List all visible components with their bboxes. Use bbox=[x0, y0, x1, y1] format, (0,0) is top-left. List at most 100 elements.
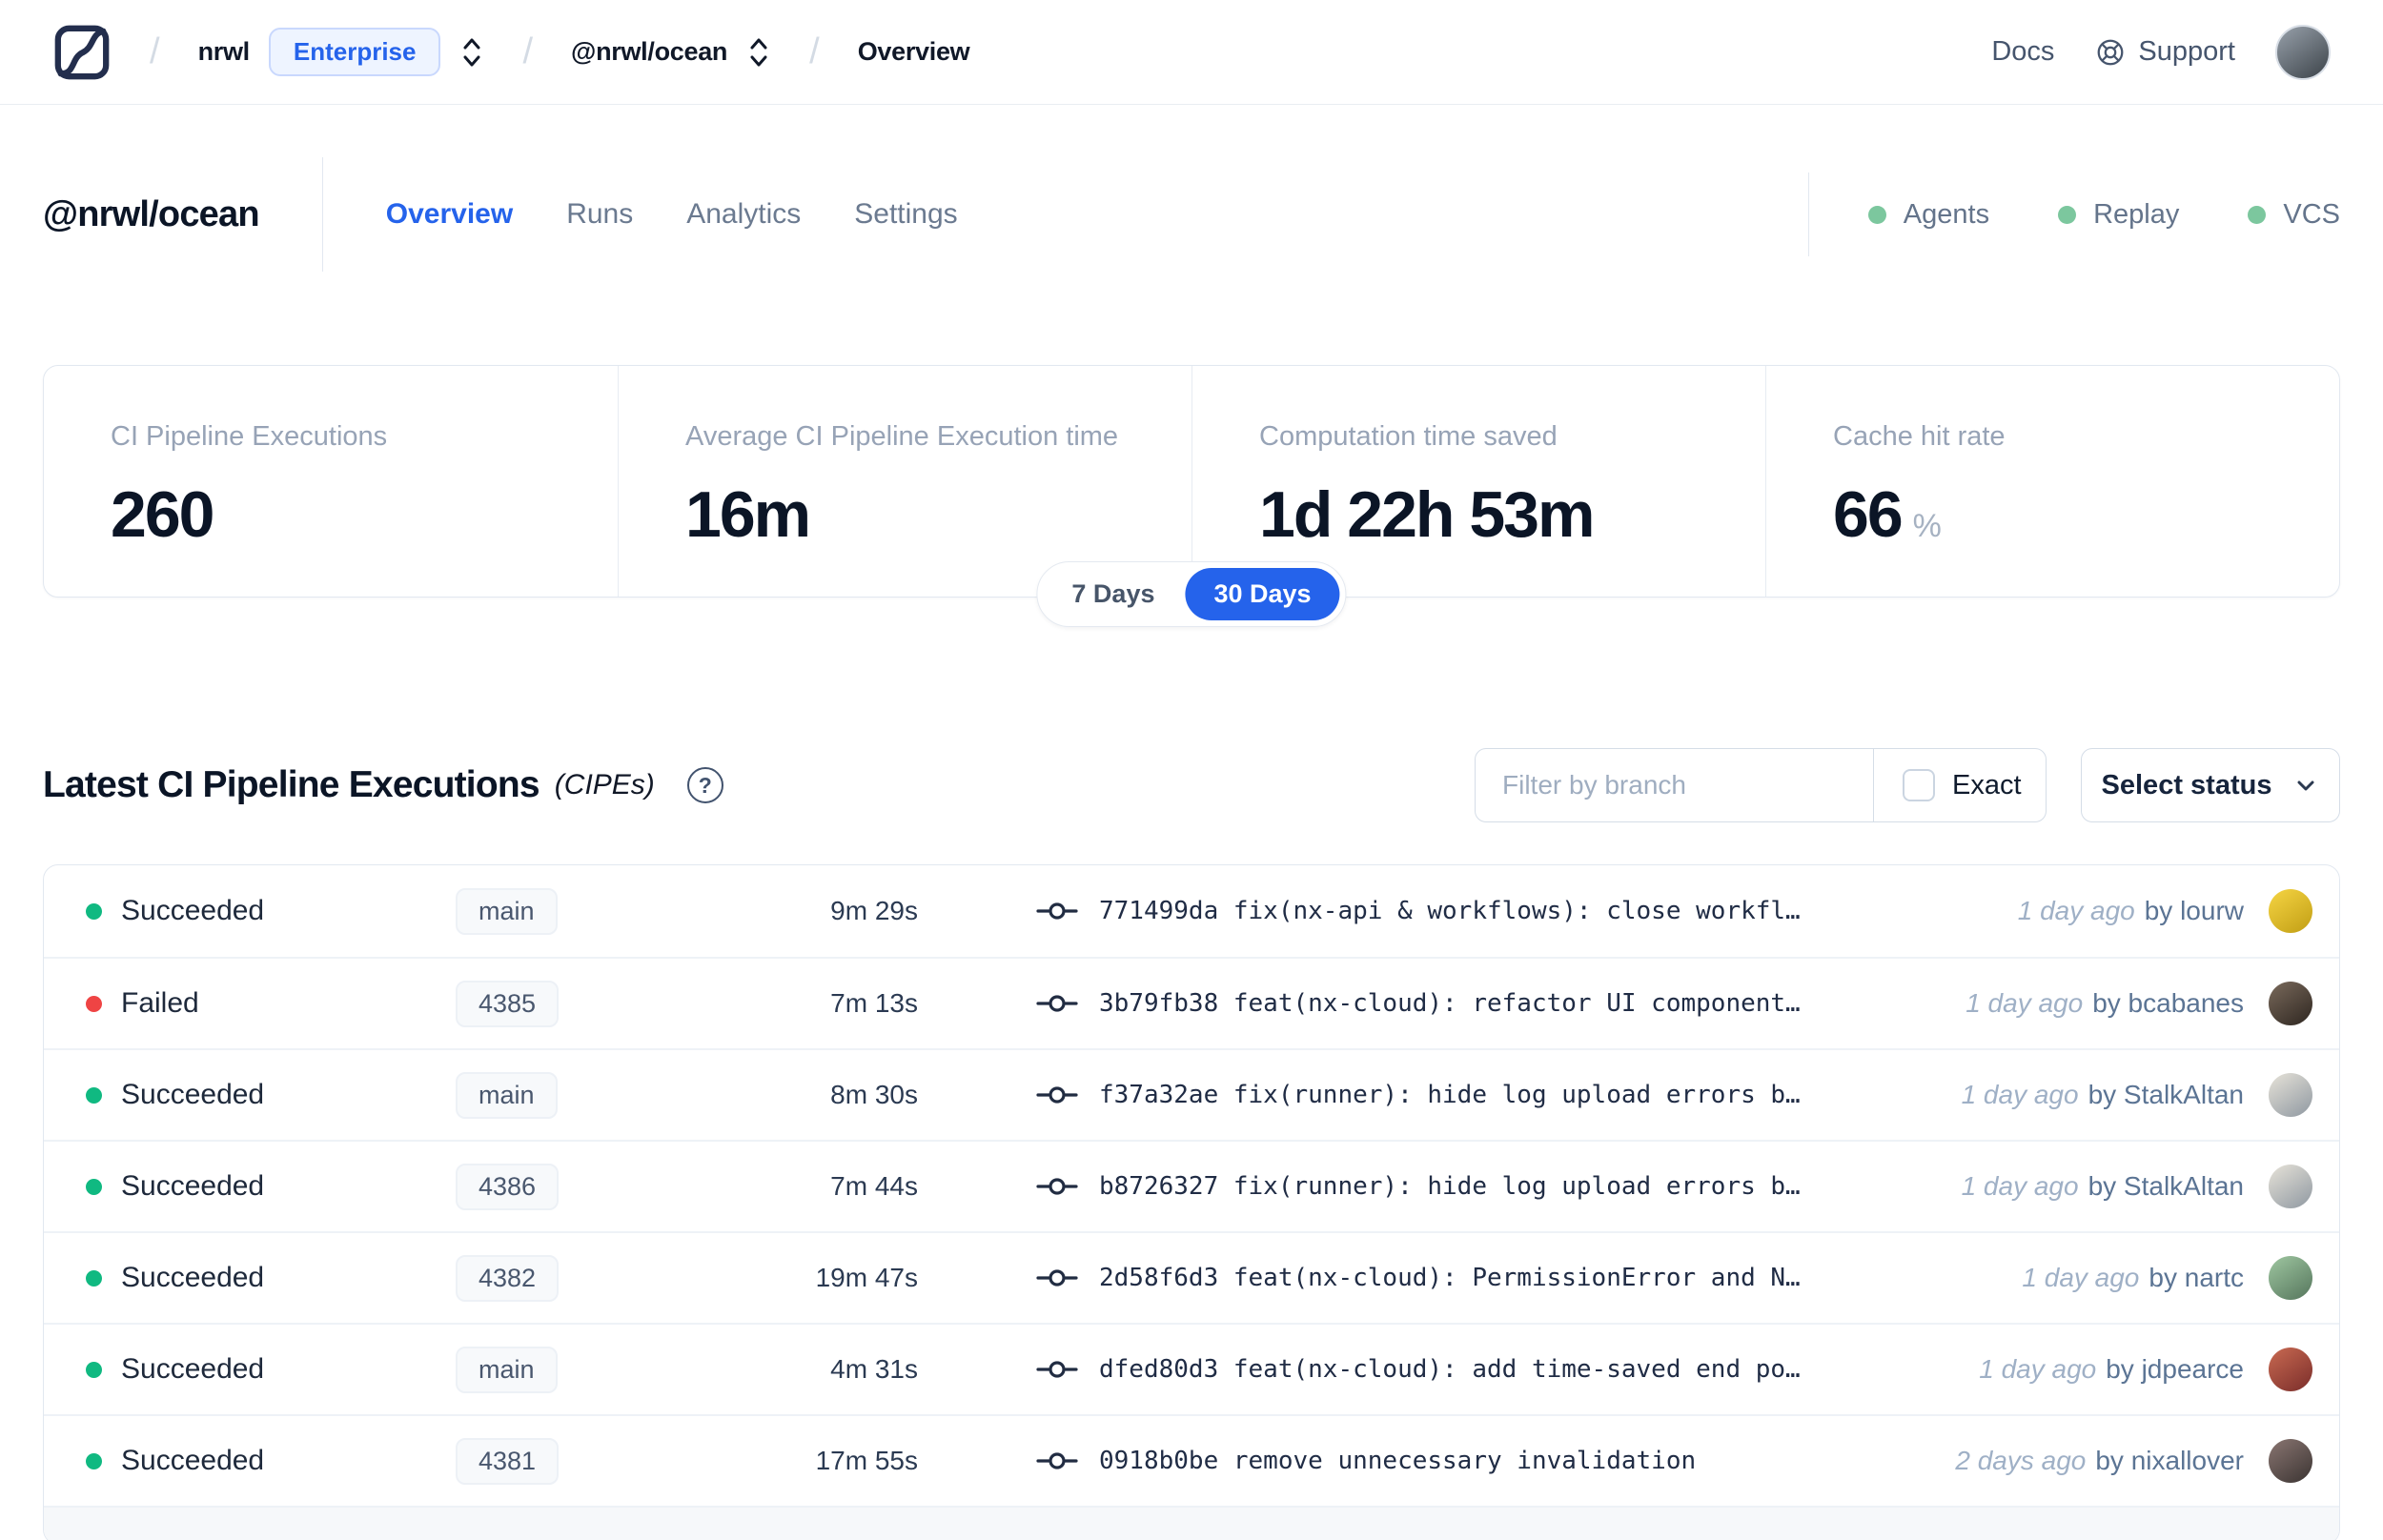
cipe-table: Succeeded main 9m 29s 771499da fix(nx-ap… bbox=[43, 864, 2340, 1540]
nx-cloud-logo[interactable] bbox=[52, 23, 112, 82]
cipe-time-ago: 1 day ago bbox=[1961, 1080, 2079, 1109]
date-range-toggle: 7 Days 30 Days bbox=[1036, 561, 1347, 627]
author-avatar bbox=[2269, 1348, 2312, 1391]
breadcrumb: / nrwl Enterprise / @nrwl/ocean / Overvi… bbox=[52, 23, 970, 82]
commit-message: 0918b0be remove unnecessary invalidation bbox=[1099, 1447, 1697, 1475]
commit-message: 3b79fb38 feat(nx-cloud): refactor UI com… bbox=[1099, 989, 1801, 1018]
branch-badge: 4386 bbox=[456, 1163, 560, 1210]
cipe-row[interactable]: Succeeded 4381 17m 55s 0918b0be remove u… bbox=[44, 1414, 2339, 1506]
breadcrumb-workspace[interactable]: @nrwl/ocean bbox=[571, 37, 727, 67]
author-avatar bbox=[2269, 1073, 2312, 1117]
workspace-switcher-chevrons-icon[interactable] bbox=[746, 32, 771, 72]
branch-filter-group: Exact bbox=[1475, 748, 2047, 822]
feature-replay[interactable]: Replay bbox=[2058, 199, 2179, 231]
feature-vcs[interactable]: VCS bbox=[2248, 199, 2340, 231]
cipe-row[interactable]: Succeeded main 9m 29s 771499da fix(nx-ap… bbox=[44, 865, 2339, 957]
stat-card: Cache hit rate 66% bbox=[1765, 366, 2339, 597]
branch-badge: main bbox=[456, 1346, 558, 1393]
git-commit-icon bbox=[1036, 1452, 1078, 1469]
branch-badge: 4382 bbox=[456, 1254, 560, 1302]
cipe-duration: 17m 55s bbox=[815, 1446, 918, 1475]
divider bbox=[1807, 172, 1809, 256]
cipe-row[interactable]: Succeeded 4382 19m 47s 2d58f6d3 feat(nx-… bbox=[44, 1231, 2339, 1323]
tab-overview[interactable]: Overview bbox=[386, 198, 513, 231]
branch-badge: 4385 bbox=[456, 980, 560, 1027]
org-plan-badge[interactable]: Enterprise bbox=[268, 28, 441, 76]
status-dot-icon bbox=[86, 902, 102, 920]
commit: dfed80d3 feat(nx-cloud): add time-saved … bbox=[1036, 1355, 1801, 1384]
cipe-status: Succeeded bbox=[121, 1445, 265, 1476]
user-avatar[interactable] bbox=[2275, 24, 2331, 80]
docs-link[interactable]: Docs bbox=[1991, 36, 2054, 68]
exact-checkbox[interactable] bbox=[1903, 769, 1935, 801]
cipe-section-header: Latest CI Pipeline Executions (CIPEs) ? … bbox=[43, 748, 2340, 822]
lifebuoy-icon bbox=[2098, 39, 2124, 65]
cipe-time-ago: 1 day ago bbox=[2017, 896, 2135, 925]
git-commit-icon bbox=[1036, 902, 1078, 920]
feature-label: VCS bbox=[2283, 198, 2340, 230]
author-avatar bbox=[2269, 982, 2312, 1025]
exact-label[interactable]: Exact bbox=[1952, 770, 2022, 801]
git-commit-icon bbox=[1036, 1269, 1078, 1287]
commit: 3b79fb38 feat(nx-cloud): refactor UI com… bbox=[1036, 989, 1801, 1018]
range-option-30-days[interactable]: 30 Days bbox=[1185, 568, 1340, 620]
nx-cloud-logo-icon bbox=[54, 25, 110, 79]
org-switcher-chevrons-icon[interactable] bbox=[459, 32, 484, 72]
workspace-header: @nrwl/ocean Overview Runs Analytics Setting… bbox=[0, 105, 2383, 272]
status-dot-icon bbox=[86, 1452, 102, 1469]
author-avatar bbox=[2269, 889, 2312, 933]
cipe-author: by StalkAltan bbox=[2088, 1171, 2244, 1201]
commit: b8726327 fix(runner): hide log upload er… bbox=[1036, 1172, 1801, 1201]
stat-value: 260 bbox=[111, 478, 214, 551]
commit-message: dfed80d3 feat(nx-cloud): add time-saved … bbox=[1099, 1355, 1801, 1384]
cipe-time-ago: 2 days ago bbox=[1955, 1446, 2087, 1475]
cipe-status: Succeeded bbox=[121, 895, 265, 926]
stat-value: 1d 22h 53m bbox=[1259, 478, 1595, 551]
support-label: Support bbox=[2138, 36, 2235, 67]
cipe-duration: 9m 29s bbox=[830, 896, 918, 925]
cipe-row[interactable]: Succeeded main 8m 30s f37a32ae fix(runne… bbox=[44, 1048, 2339, 1140]
cipe-author: by nixallover bbox=[2095, 1446, 2244, 1475]
cipe-row[interactable]: Succeeded 4386 7m 44s b8726327 fix(runne… bbox=[44, 1140, 2339, 1231]
cipe-duration: 7m 13s bbox=[830, 988, 918, 1018]
help-icon[interactable]: ? bbox=[686, 767, 723, 803]
author-avatar bbox=[2269, 1439, 2312, 1483]
feature-agents[interactable]: Agents bbox=[1867, 199, 1989, 231]
status-dot-icon bbox=[86, 1361, 102, 1378]
git-commit-icon bbox=[1036, 1178, 1078, 1195]
stat-label: CI Pipeline Executions bbox=[111, 421, 388, 452]
status-dot-icon bbox=[2058, 205, 2077, 224]
tab-settings[interactable]: Settings bbox=[854, 198, 957, 231]
branch-filter-input[interactable] bbox=[1476, 749, 1873, 821]
author-avatar bbox=[2269, 1165, 2312, 1208]
breadcrumb-separator: / bbox=[522, 31, 534, 71]
feature-status-list: Agents Replay VCS bbox=[1867, 199, 2340, 231]
status-dot-icon bbox=[2248, 205, 2267, 224]
feature-label: Replay bbox=[2093, 198, 2180, 230]
cipe-author: by bcabanes bbox=[2092, 988, 2244, 1018]
stat-label: Computation time saved bbox=[1259, 421, 1558, 452]
commit-message: f37a32ae fix(runner): hide log upload er… bbox=[1099, 1081, 1801, 1109]
cipe-time-ago: 1 day ago bbox=[2022, 1263, 2140, 1292]
cipe-row[interactable]: Failed 4385 7m 13s 3b79fb38 feat(nx-clou… bbox=[44, 957, 2339, 1048]
cipe-title-suffix: (CIPEs) bbox=[554, 769, 655, 800]
status-dot-icon bbox=[86, 1178, 102, 1195]
cipe-time-ago: 1 day ago bbox=[1965, 988, 2084, 1018]
breadcrumb-org[interactable]: nrwl bbox=[198, 37, 251, 67]
range-option-7-days[interactable]: 7 Days bbox=[1043, 568, 1183, 620]
cipe-row[interactable]: Succeeded main 4m 31s dfed80d3 feat(nx-c… bbox=[44, 1323, 2339, 1414]
cipe-time-ago: 1 day ago bbox=[1961, 1171, 2079, 1201]
git-commit-icon bbox=[1036, 1361, 1078, 1378]
stats-cards: CI Pipeline Executions 260 Average CI Pi… bbox=[43, 365, 2340, 627]
status-select[interactable]: Select status bbox=[2081, 748, 2340, 822]
tab-analytics[interactable]: Analytics bbox=[686, 198, 801, 231]
stat-value: 66% bbox=[1833, 478, 1942, 551]
stat-unit: % bbox=[1912, 508, 1942, 544]
branch-badge: main bbox=[456, 887, 558, 935]
cipe-time-ago: 1 day ago bbox=[1979, 1354, 2097, 1384]
commit: 2d58f6d3 feat(nx-cloud): PermissionError… bbox=[1036, 1264, 1801, 1292]
tab-runs[interactable]: Runs bbox=[566, 198, 633, 231]
support-link[interactable]: Support bbox=[2094, 36, 2235, 69]
status-dot-icon bbox=[86, 995, 102, 1012]
cipe-status: Succeeded bbox=[121, 1353, 265, 1385]
